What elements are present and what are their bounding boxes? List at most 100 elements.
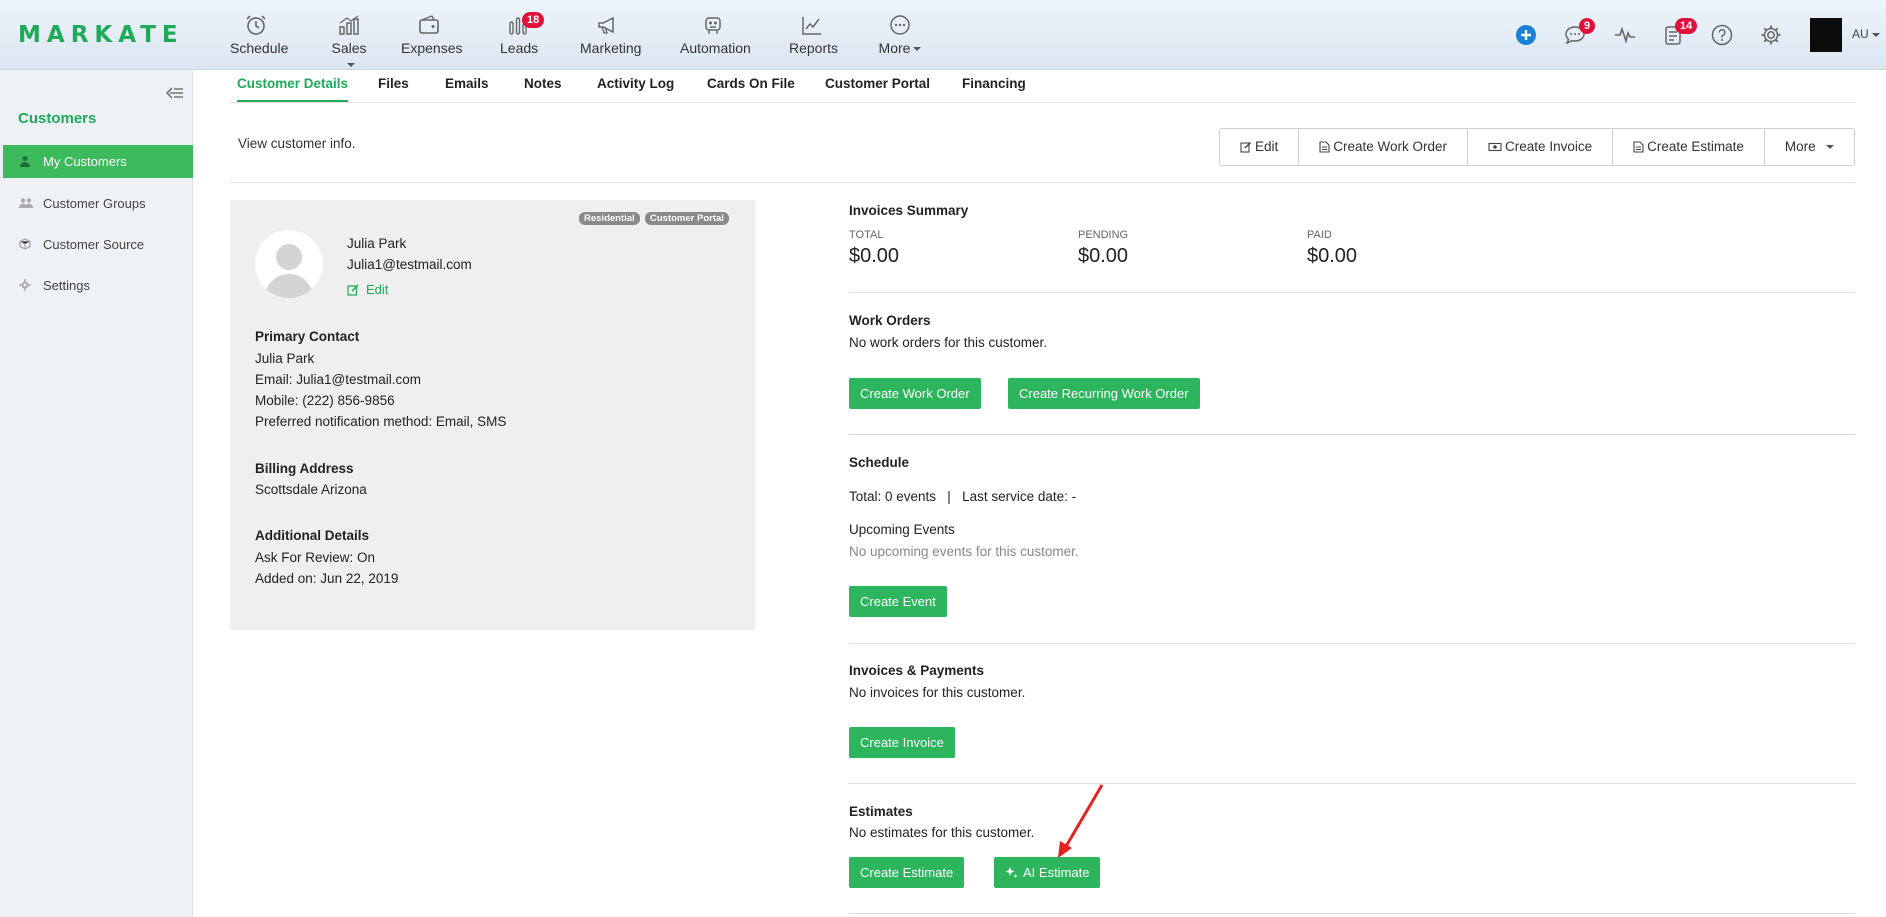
customer-actions: Edit Create Work Order Create Invoice Cr… — [1219, 128, 1855, 166]
customer-avatar — [255, 230, 323, 298]
edit-customer-link[interactable]: Edit — [347, 282, 388, 297]
create-recurring-work-order-btn[interactable]: Create Recurring Work Order — [1008, 378, 1200, 409]
edit-customer-label: Edit — [366, 282, 389, 297]
edit-button[interactable]: Edit — [1220, 129, 1300, 165]
sidebar-item-my-customers[interactable]: My Customers — [3, 145, 193, 178]
contact-name: Julia Park — [255, 351, 315, 366]
add-new-icon[interactable] — [1515, 24, 1537, 46]
customer-name: Julia Park — [347, 236, 407, 251]
nav-leads-label: Leads — [500, 40, 539, 56]
sales-chart-icon — [339, 15, 359, 35]
pending-label: PENDING — [1078, 229, 1129, 241]
tab-notes[interactable]: Notes — [524, 76, 562, 100]
sidebar-item-customer-groups[interactable]: Customer Groups — [3, 187, 193, 220]
customer-card: Residential Customer Portal Julia Park J… — [230, 200, 755, 630]
markate-logo[interactable]: MARKATE — [18, 22, 184, 48]
ask-for-review: Ask For Review: On — [255, 550, 376, 565]
sidebar-title: Customers — [18, 110, 97, 127]
help-icon[interactable] — [1711, 24, 1733, 46]
create-work-order-btn[interactable]: Create Work Order — [849, 378, 981, 409]
contact-email: Email: Julia1@testmail.com — [255, 372, 422, 387]
pending-value: $0.00 — [1078, 245, 1129, 267]
users-group-icon — [19, 198, 33, 208]
work-orders-title: Work Orders — [849, 313, 931, 328]
line-chart-icon — [802, 17, 821, 35]
user-menu[interactable]: AU — [1852, 27, 1880, 41]
create-event-btn[interactable]: Create Event — [849, 586, 947, 617]
nav-reports[interactable]: Reports — [789, 14, 839, 56]
total-value: $0.00 — [849, 245, 900, 267]
edit-button-label: Edit — [1255, 139, 1279, 154]
edit-icon — [347, 284, 359, 296]
nav-reports-label: Reports — [789, 40, 839, 56]
chevron-down-icon — [1825, 145, 1834, 150]
nav-expenses[interactable]: Expenses — [401, 14, 462, 56]
nav-expenses-label: Expenses — [401, 40, 463, 56]
megaphone-icon — [598, 16, 614, 34]
sparkle-icon — [1005, 867, 1018, 878]
customer-email: Julia1@testmail.com — [347, 257, 472, 272]
nav-more[interactable]: More — [878, 14, 922, 56]
person-placeholder-icon — [265, 244, 313, 298]
tasks-badge: 14 — [1675, 18, 1698, 34]
tab-financing[interactable]: Financing — [962, 76, 1026, 100]
gear-icon[interactable] — [1760, 24, 1782, 46]
additional-details-heading: Additional Details — [255, 528, 370, 543]
sidebar-item-settings[interactable]: Settings — [3, 269, 193, 302]
billing-address: Scottsdale Arizona — [255, 482, 367, 497]
activity-pulse-icon[interactable] — [1613, 24, 1637, 46]
tab-customer-details[interactable]: Customer Details — [237, 76, 349, 102]
divider — [849, 913, 1855, 914]
annotation-arrow-icon — [1058, 784, 1104, 858]
cube-icon — [19, 238, 31, 250]
schedule-title: Schedule — [849, 455, 910, 470]
tab-cards-on-file[interactable]: Cards On File — [707, 76, 795, 100]
tab-files[interactable]: Files — [378, 76, 409, 100]
notification-method: Preferred notification method: Email, SM… — [255, 414, 507, 429]
create-estimate-btn[interactable]: Create Estimate — [849, 857, 965, 888]
divider — [849, 292, 1855, 293]
tab-activity-log[interactable]: Activity Log — [597, 76, 674, 100]
sidebar: Customers My Customers Customer Groups C… — [0, 70, 193, 917]
ai-estimate-button[interactable]: AI Estimate — [994, 857, 1101, 888]
nav-more-label: More — [878, 40, 911, 56]
create-invoice-btn[interactable]: Create Invoice — [849, 727, 955, 758]
divider — [849, 783, 1855, 784]
create-estimate-label: Create Estimate — [1647, 139, 1744, 154]
create-invoice-button[interactable]: Create Invoice — [1468, 129, 1614, 165]
divider — [849, 434, 1855, 435]
invoices-payments-title: Invoices & Payments — [849, 663, 985, 678]
create-work-order-label: Create Work Order — [1333, 139, 1448, 154]
alarm-clock-icon — [246, 15, 266, 35]
more-actions-button[interactable]: More — [1765, 129, 1854, 165]
nav-schedule-label: Schedule — [230, 40, 289, 56]
tab-emails[interactable]: Emails — [445, 76, 489, 100]
estimates-title: Estimates — [849, 804, 913, 819]
chevron-down-icon — [346, 63, 355, 68]
messages-badge: 9 — [1579, 18, 1596, 34]
ai-estimate-label: AI Estimate — [1023, 865, 1090, 880]
nav-leads[interactable]: Leads 18 — [500, 12, 545, 56]
robot-icon — [705, 17, 721, 34]
chevron-down-icon — [913, 47, 922, 52]
nav-marketing[interactable]: Marketing — [580, 14, 641, 56]
user-initials: AU — [1852, 27, 1869, 41]
nav-sales[interactable]: Sales — [326, 14, 372, 72]
nav-schedule[interactable]: Schedule — [230, 14, 288, 56]
tag-customer-portal: Customer Portal — [645, 212, 729, 225]
tab-customer-portal[interactable]: Customer Portal — [825, 76, 930, 100]
user-avatar[interactable] — [1810, 18, 1842, 52]
create-estimate-button[interactable]: Create Estimate — [1613, 129, 1765, 165]
more-dots-icon — [890, 15, 910, 35]
document-icon — [1319, 141, 1330, 153]
schedule-summary: Total: 0 events | Last service date: - — [849, 489, 1077, 504]
create-work-order-button[interactable]: Create Work Order — [1299, 129, 1469, 165]
user-icon — [20, 156, 30, 167]
nav-automation[interactable]: Automation — [680, 14, 751, 56]
collapse-sidebar-icon[interactable] — [166, 86, 184, 100]
page-description: View customer info. — [238, 136, 356, 151]
sidebar-item-customer-source[interactable]: Customer Source — [3, 228, 193, 261]
upcoming-events-empty: No upcoming events for this customer. — [849, 544, 1079, 559]
tag-residential: Residential — [579, 212, 640, 225]
estimates-empty: No estimates for this customer. — [849, 825, 1035, 840]
